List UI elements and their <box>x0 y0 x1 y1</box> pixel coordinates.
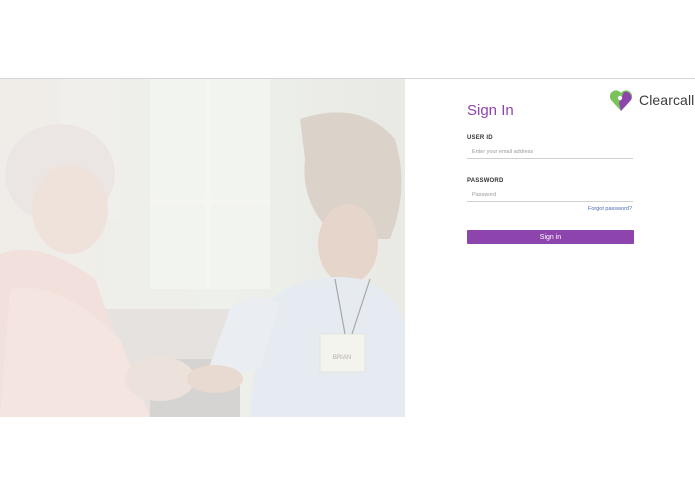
brand-logo[interactable]: Clearcall <box>608 87 694 113</box>
login-panel <box>405 79 695 417</box>
hero-photo: BRIAN <box>0 79 405 417</box>
brand-name: Clearcall <box>639 92 695 108</box>
password-input[interactable] <box>467 188 633 202</box>
page-title: Sign In <box>467 102 514 119</box>
heart-logo-icon <box>609 90 633 111</box>
user-id-input[interactable] <box>467 145 633 159</box>
password-label: PASSWORD <box>467 178 504 184</box>
caregiver-photo: BRIAN <box>0 79 405 417</box>
user-id-label: USER ID <box>467 135 493 141</box>
forgot-password-link[interactable]: Forgot password? <box>588 206 632 212</box>
sign-in-button[interactable]: Sign in <box>467 230 634 244</box>
